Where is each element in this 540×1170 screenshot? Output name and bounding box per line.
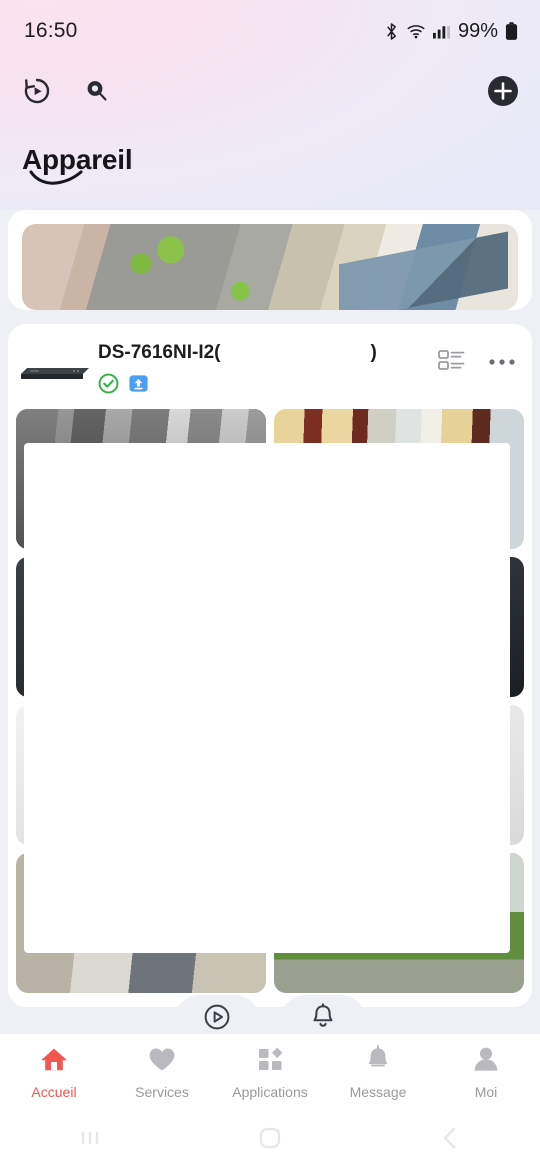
heart-icon	[147, 1045, 177, 1078]
device-info: DS-7616NI-I2()	[94, 342, 438, 399]
camera-grid	[8, 399, 532, 993]
device-card: DS-7616NI-I2()	[8, 324, 532, 1007]
wifi-icon	[406, 22, 426, 40]
tab-moi[interactable]: Moi	[432, 1045, 540, 1100]
camera-tile[interactable]	[16, 409, 266, 549]
search-button[interactable]	[80, 76, 114, 110]
home-square-icon	[258, 1126, 282, 1155]
back-chevron-icon	[439, 1126, 461, 1155]
online-check-icon	[98, 373, 119, 399]
home-button[interactable]	[180, 1126, 360, 1155]
tab-label: Services	[135, 1083, 189, 1100]
camera-tile[interactable]	[16, 853, 266, 993]
tab-label: Applications	[232, 1083, 308, 1100]
bell-icon	[310, 1002, 336, 1036]
camera-tile[interactable]	[16, 705, 266, 845]
grid-apps-icon	[255, 1045, 285, 1078]
bell-icon	[363, 1044, 393, 1078]
battery-icon	[505, 21, 518, 41]
tab-label: Message	[349, 1083, 407, 1100]
camera-tile[interactable]	[274, 853, 524, 993]
header-toolbar	[0, 62, 540, 124]
camera-tile-image	[274, 409, 524, 549]
status-bar-clock: 16:50	[24, 19, 78, 42]
camera-preview-patio[interactable]	[22, 224, 518, 310]
device-card-actions	[438, 342, 516, 377]
tab-message[interactable]: Message	[324, 1044, 432, 1100]
tab-label: Moi	[474, 1083, 498, 1100]
camera-tile[interactable]	[274, 557, 524, 697]
recents-button[interactable]	[0, 1127, 180, 1154]
recents-icon	[79, 1127, 101, 1154]
status-bar-icons: 99%	[384, 20, 518, 43]
add-device-button[interactable]	[486, 74, 520, 113]
camera-tile-image	[274, 853, 524, 993]
device-name-text: DS-7616NI-I2(	[98, 342, 221, 363]
camera-tile[interactable]	[16, 557, 266, 697]
back-button[interactable]	[360, 1126, 540, 1155]
tab-services[interactable]: Services	[108, 1045, 216, 1100]
camera-tile-image	[16, 705, 266, 845]
device-name-suffix: )	[370, 342, 377, 363]
status-bar: 16:50 99%	[0, 0, 540, 62]
cellular-signal-icon	[432, 23, 450, 39]
camera-preview-image	[22, 224, 518, 310]
camera-tile-image	[274, 557, 524, 697]
person-icon	[471, 1045, 501, 1078]
page-title-wrap: Appareil	[0, 124, 133, 185]
playback-history-icon	[22, 76, 52, 111]
camera-tile[interactable]	[274, 409, 524, 549]
camera-preview-card[interactable]	[8, 210, 532, 310]
camera-tile-image	[274, 705, 524, 845]
firmware-upgrade-icon[interactable]	[128, 373, 149, 399]
device-badges	[98, 373, 438, 399]
device-name: DS-7616NI-I2()	[98, 342, 438, 364]
search-icon	[83, 77, 111, 110]
device-card-header: DS-7616NI-I2()	[8, 324, 532, 399]
play-circle-icon	[203, 1003, 231, 1036]
tab-accueil[interactable]: Accueil	[0, 1045, 108, 1100]
home-icon	[39, 1045, 69, 1078]
system-navigation-bar	[0, 1110, 540, 1170]
add-device-icon	[486, 74, 520, 113]
battery-percentage: 99%	[457, 19, 498, 42]
camera-tile[interactable]	[274, 705, 524, 845]
camera-tile-image	[16, 853, 266, 993]
app-header: 16:50 99% Appareil	[0, 0, 540, 210]
tab-applications[interactable]: Applications	[216, 1045, 324, 1100]
more-options-icon[interactable]	[488, 354, 516, 372]
title-underline-swoosh	[28, 169, 84, 190]
bottom-tab-bar: Accueil Services Applications Message Mo…	[0, 1034, 540, 1110]
camera-tile-image	[16, 409, 266, 549]
list-view-toggle-icon[interactable]	[438, 348, 466, 377]
playback-history-button[interactable]	[20, 76, 54, 110]
nvr-device-icon	[16, 342, 94, 386]
tab-label: Accueil	[31, 1083, 77, 1100]
camera-tile-image	[16, 557, 266, 697]
bluetooth-icon	[384, 22, 399, 41]
